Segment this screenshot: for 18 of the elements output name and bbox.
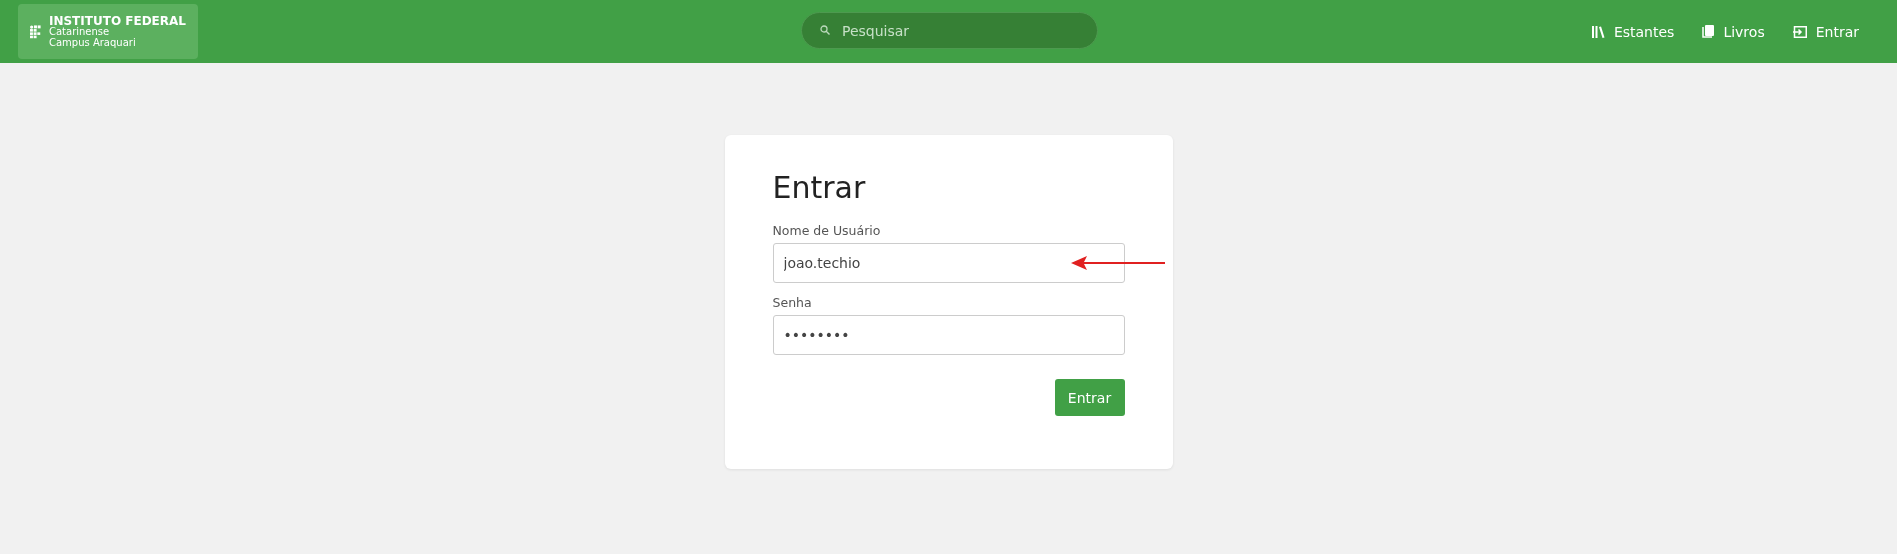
logo-subtitle: Catarinense xyxy=(48,27,111,38)
nav-link[interactable]: Livros xyxy=(1702,23,1765,40)
search-icon xyxy=(820,25,830,35)
field-label: Nome de Usuário xyxy=(772,223,882,238)
logo-title: INSTITUTO FEDERAL xyxy=(48,14,186,28)
search-field[interactable]: Pesquisar xyxy=(801,12,1098,49)
login-title: Entrar xyxy=(772,171,867,204)
logo-subtitle: Campus Araquari xyxy=(48,37,137,49)
input-field[interactable]: joao.techio xyxy=(772,243,1125,283)
books-icon xyxy=(1591,25,1605,38)
field-label: Senha xyxy=(772,295,813,310)
logo[interactable]: INSTITUTO FEDERAL Catarinense Campus Araquari xyxy=(18,4,198,59)
login-button[interactable]: Entrar xyxy=(1054,379,1125,416)
nav-link[interactable]: Estantes xyxy=(1591,23,1675,40)
book-icon xyxy=(1702,25,1715,38)
nav-link[interactable]: Entrar xyxy=(1792,23,1859,40)
input-field[interactable]: •••••••• xyxy=(772,315,1125,355)
login-icon xyxy=(1792,25,1807,38)
